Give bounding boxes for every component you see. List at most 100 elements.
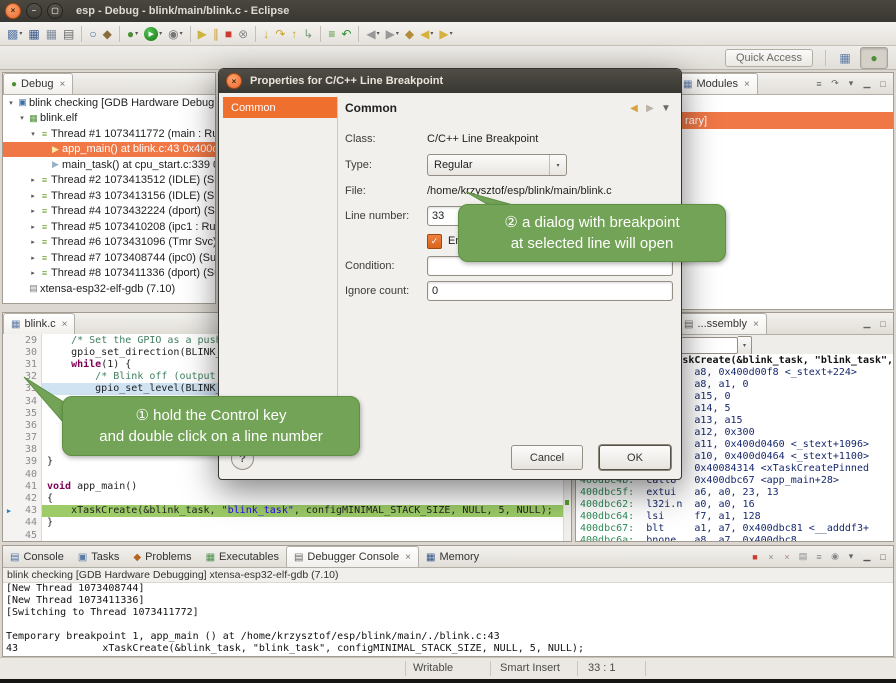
console-output[interactable]: [New Thread 1073408744][New Thread 10734… bbox=[3, 583, 893, 655]
step-into-button[interactable]: ↓ bbox=[261, 24, 271, 44]
print-button[interactable]: ▤ bbox=[61, 24, 76, 44]
cpp-perspective-button[interactable]: ▦ bbox=[832, 48, 858, 68]
line-number[interactable]: 37 bbox=[15, 432, 42, 444]
line-number[interactable]: 45 bbox=[15, 529, 42, 541]
disconnect-button[interactable]: ⊗ bbox=[236, 24, 250, 44]
tab-debug[interactable]: ● Debug × bbox=[3, 73, 73, 94]
problems-tab[interactable]: ◆Problems bbox=[126, 547, 198, 567]
remove-all-consoles-icon[interactable]: × bbox=[780, 549, 794, 564]
scroll-lock-icon[interactable]: ≡ bbox=[812, 549, 826, 564]
pin-console-icon[interactable]: ◉ bbox=[828, 549, 842, 564]
console-menu-icon[interactable]: ▾ bbox=[844, 549, 858, 564]
debug-tree-item[interactable]: ▸≡Thread #6 1073431096 (Tmr Svc) (S bbox=[3, 235, 215, 251]
line-number[interactable]: 39 bbox=[15, 456, 42, 468]
step-return-button[interactable]: ↑ bbox=[289, 24, 299, 44]
module-row[interactable] bbox=[675, 95, 893, 112]
close-icon[interactable]: × bbox=[62, 319, 68, 330]
maximize-button[interactable]: ▢ bbox=[47, 3, 63, 19]
expander-icon[interactable]: ▸ bbox=[28, 254, 38, 262]
refresh-icon[interactable]: ↷ bbox=[828, 76, 842, 91]
debug-perspective-button[interactable]: ● bbox=[860, 47, 888, 69]
close-icon[interactable]: × bbox=[744, 79, 750, 90]
resume-button[interactable]: ▶ bbox=[196, 24, 209, 44]
view-menu-icon[interactable]: ▾ bbox=[844, 76, 858, 91]
minimize-view-icon[interactable]: ▁ bbox=[860, 316, 874, 331]
chevron-down-icon[interactable]: ▾ bbox=[738, 336, 752, 355]
run-button[interactable]: ▶▾ bbox=[142, 24, 164, 44]
debug-tree-item[interactable]: ▸≡Thread #8 1073411336 (dport) (Sus bbox=[3, 266, 215, 282]
ok-button[interactable]: OK bbox=[599, 445, 671, 470]
line-number[interactable]: 31 bbox=[15, 358, 42, 370]
debug-tree-item[interactable]: ▶app_main() at blink.c:43 0x400dbc bbox=[3, 142, 215, 158]
maximize-view-icon[interactable]: □ bbox=[876, 549, 890, 564]
line-number[interactable]: 34 bbox=[15, 395, 42, 407]
drop-to-frame-button[interactable]: ↳ bbox=[301, 24, 315, 44]
expander-icon[interactable]: ▾ bbox=[6, 99, 16, 107]
maximize-view-icon[interactable]: □ bbox=[876, 76, 890, 91]
debug-tree-item[interactable]: ▸≡Thread #5 1073410208 (ipc1 : Runni bbox=[3, 219, 215, 235]
back-button[interactable]: ◀▾ bbox=[418, 24, 435, 44]
clear-console-icon[interactable]: ▤ bbox=[796, 549, 810, 564]
line-number[interactable]: 38 bbox=[15, 444, 42, 456]
forward-button[interactable]: ▶▾ bbox=[437, 24, 454, 44]
view-menu-icon[interactable]: ▼ bbox=[659, 101, 673, 116]
debug-tree-item[interactable]: ▸≡Thread #2 1073413512 (IDLE) (Susp bbox=[3, 173, 215, 189]
line-number[interactable]: 44 bbox=[15, 517, 42, 529]
suspend-button[interactable]: ∥ bbox=[211, 24, 221, 44]
terminate-button[interactable]: ■ bbox=[223, 24, 234, 44]
minimize-view-icon[interactable]: ▁ bbox=[860, 549, 874, 564]
console-tab[interactable]: ▤Console bbox=[3, 547, 71, 567]
debug-tree-item[interactable]: ▸≡Thread #7 1073408744 (ipc0) (Susp bbox=[3, 250, 215, 266]
expander-icon[interactable]: ▸ bbox=[28, 238, 38, 246]
debug-tree-item[interactable]: ▸≡Thread #4 1073432224 (dport) (Sus bbox=[3, 204, 215, 220]
tasks-tab[interactable]: ▣Tasks bbox=[71, 547, 127, 567]
ignore-count-input[interactable] bbox=[427, 281, 673, 301]
line-number[interactable]: 32 bbox=[15, 371, 42, 383]
collapse-all-icon[interactable]: ≡ bbox=[812, 76, 826, 91]
step-over-button[interactable]: ↷ bbox=[273, 24, 287, 44]
line-number[interactable]: 42 bbox=[15, 492, 42, 504]
expander-icon[interactable]: ▸ bbox=[28, 223, 38, 231]
close-icon[interactable]: × bbox=[405, 552, 411, 563]
memory-tab[interactable]: ▦Memory bbox=[419, 547, 486, 567]
line-number[interactable]: 41 bbox=[15, 480, 42, 492]
debug-tree-item[interactable]: ▾≡Thread #1 1073411772 (main : Runn bbox=[3, 126, 215, 142]
debug-tree-item[interactable]: ▸≡Thread #3 1073413156 (IDLE) (Susp bbox=[3, 188, 215, 204]
build-button[interactable]: ◆ bbox=[101, 24, 114, 44]
tab-disassembly[interactable]: ▤ ...ssembly × bbox=[676, 313, 767, 334]
back-icon[interactable]: ◀ bbox=[627, 101, 641, 116]
minimize-view-icon[interactable]: ▁ bbox=[860, 76, 874, 91]
expander-icon[interactable]: ▸ bbox=[28, 192, 38, 200]
line-number[interactable]: 35 bbox=[15, 407, 42, 419]
close-button[interactable]: × bbox=[5, 3, 21, 19]
expander-icon[interactable]: ▾ bbox=[17, 114, 27, 122]
save-button[interactable]: ▦ bbox=[26, 24, 41, 44]
external-tools-button[interactable]: ◉▾ bbox=[166, 24, 185, 44]
skip-all-breakpoints-button[interactable]: ○ bbox=[87, 24, 98, 44]
line-number[interactable]: 33 bbox=[15, 383, 42, 395]
line-number[interactable]: 30 bbox=[15, 346, 42, 358]
minimize-button[interactable]: – bbox=[26, 3, 42, 19]
expander-icon[interactable]: ▸ bbox=[28, 269, 38, 277]
tab-modules[interactable]: ▦ Modules × bbox=[675, 73, 758, 94]
debug-tree-item[interactable]: ▤xtensa-esp32-elf-gdb (7.10) bbox=[3, 281, 215, 297]
dialog-sidebar-item-common[interactable]: Common bbox=[223, 97, 337, 118]
executables-tab[interactable]: ▦Executables bbox=[199, 547, 286, 567]
dialog-close-button[interactable]: × bbox=[226, 73, 242, 89]
enabled-checkbox[interactable]: ✓ bbox=[427, 234, 442, 249]
close-icon[interactable]: × bbox=[753, 319, 759, 330]
new-wizard-button[interactable]: ▩▾ bbox=[5, 24, 24, 44]
debug-button[interactable]: ●▾ bbox=[125, 24, 140, 44]
maximize-view-icon[interactable]: □ bbox=[876, 316, 890, 331]
line-number[interactable]: 40 bbox=[15, 468, 42, 480]
previous-annotation-button[interactable]: ◀▾ bbox=[364, 24, 381, 44]
tab-blink-c[interactable]: ▦ blink.c × bbox=[3, 313, 75, 334]
last-edit-location-button[interactable]: ◆ bbox=[403, 24, 416, 44]
expander-icon[interactable]: ▸ bbox=[28, 207, 38, 215]
quick-access-button[interactable]: Quick Access bbox=[725, 49, 813, 67]
instruction-stepping-button[interactable]: ≡ bbox=[326, 24, 337, 44]
line-number[interactable]: 36 bbox=[15, 419, 42, 431]
next-annotation-button[interactable]: ▶▾ bbox=[384, 24, 401, 44]
close-icon[interactable]: × bbox=[59, 79, 65, 90]
debugger-console-tab[interactable]: ▤Debugger Console× bbox=[286, 546, 419, 567]
